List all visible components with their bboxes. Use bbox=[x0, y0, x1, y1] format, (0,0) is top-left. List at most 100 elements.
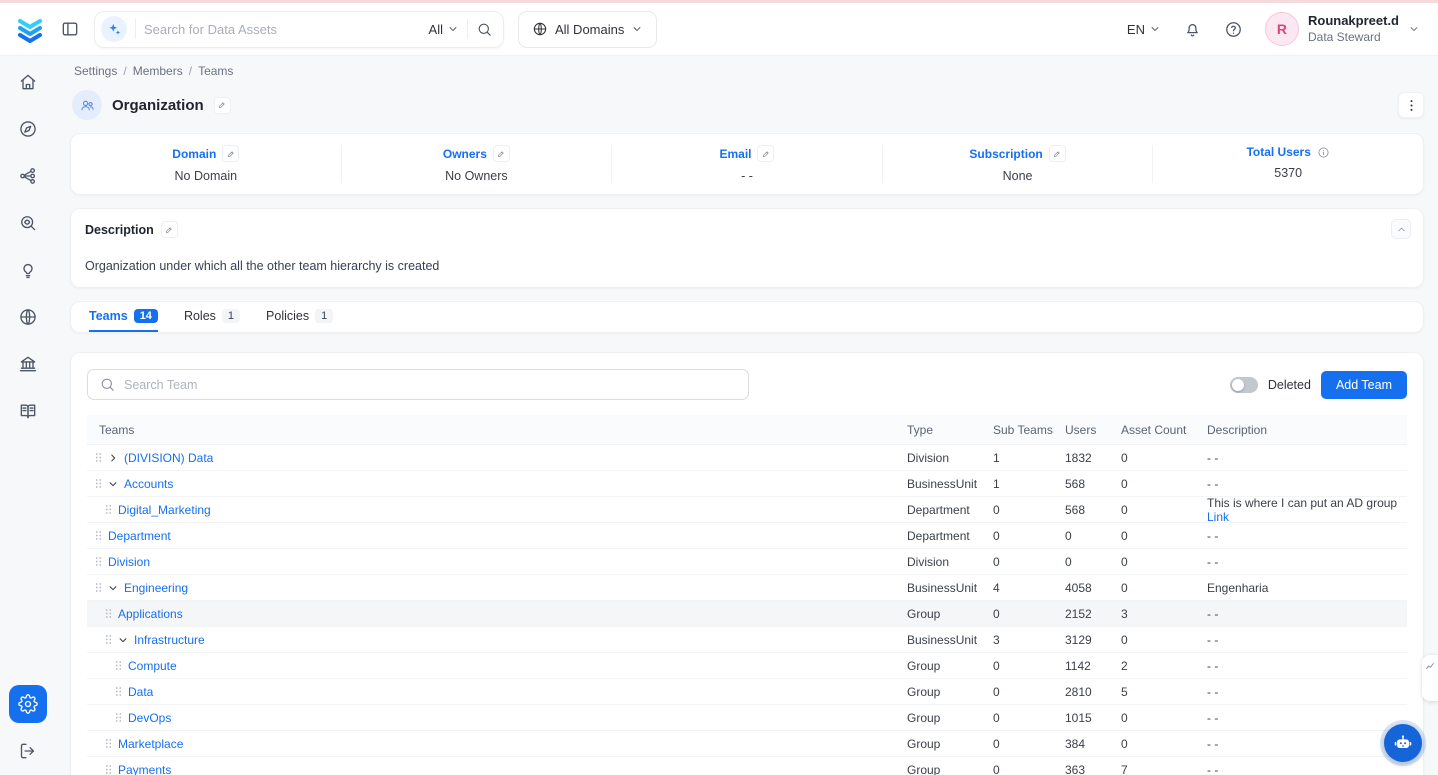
drag-handle-icon[interactable] bbox=[105, 608, 112, 619]
tab-policies[interactable]: Policies 1 bbox=[266, 302, 334, 332]
collapse-row-icon[interactable] bbox=[108, 583, 118, 593]
drag-handle-icon[interactable] bbox=[95, 530, 102, 541]
edit-subscription-button[interactable] bbox=[1048, 145, 1066, 162]
add-team-button[interactable]: Add Team bbox=[1320, 370, 1407, 399]
notifications-button[interactable] bbox=[1183, 20, 1202, 39]
cell-type: Group bbox=[907, 658, 941, 673]
drag-handle-icon[interactable] bbox=[95, 478, 102, 489]
collapsed-panel-handle[interactable] bbox=[1422, 655, 1438, 701]
global-search-input[interactable] bbox=[144, 21, 421, 37]
team-name-link[interactable]: Division bbox=[108, 555, 150, 569]
edit-email-button[interactable] bbox=[757, 145, 775, 162]
more-actions-button[interactable] bbox=[1398, 92, 1424, 118]
app-logo-icon[interactable] bbox=[14, 13, 46, 45]
column-header-type: Type bbox=[907, 422, 934, 437]
team-search[interactable] bbox=[87, 369, 749, 400]
sidebar-toggle-button[interactable] bbox=[60, 19, 80, 39]
ai-sparkle-icon[interactable] bbox=[101, 16, 127, 42]
language-dropdown[interactable]: EN bbox=[1127, 22, 1161, 37]
collapse-row-icon[interactable] bbox=[118, 635, 128, 645]
sidebar-item-domains[interactable] bbox=[18, 307, 38, 327]
tab-teams[interactable]: Teams 14 bbox=[89, 302, 158, 332]
search-scope-dropdown[interactable]: All bbox=[429, 22, 459, 37]
all-domains-dropdown[interactable]: All Domains bbox=[518, 10, 658, 48]
team-name-link[interactable]: Digital_Marketing bbox=[118, 503, 211, 517]
logout-button[interactable] bbox=[18, 741, 38, 761]
edit-domain-button[interactable] bbox=[222, 145, 240, 162]
sidebar-item-home[interactable] bbox=[18, 72, 38, 92]
collapse-row-icon[interactable] bbox=[108, 479, 118, 489]
team-name-link[interactable]: Department bbox=[108, 529, 171, 543]
summary-label: Subscription bbox=[969, 146, 1043, 161]
team-name-link[interactable]: Payments bbox=[118, 763, 171, 775]
team-name-link[interactable]: Data bbox=[128, 685, 153, 699]
drag-handle-icon[interactable] bbox=[105, 764, 112, 775]
sidebar-item-insights[interactable] bbox=[18, 260, 38, 280]
collapse-description-button[interactable] bbox=[1391, 219, 1411, 239]
insights-icon bbox=[18, 260, 38, 280]
sidebar-item-govern[interactable] bbox=[18, 354, 38, 374]
team-name-link[interactable]: Applications bbox=[118, 607, 183, 621]
breadcrumb-members[interactable]: Members bbox=[133, 64, 183, 78]
team-name-link[interactable]: Compute bbox=[128, 659, 177, 673]
drag-handle-icon[interactable] bbox=[115, 686, 122, 697]
tab-roles[interactable]: Roles 1 bbox=[183, 302, 241, 332]
info-icon bbox=[1317, 146, 1330, 159]
avatar: R bbox=[1264, 12, 1299, 46]
drag-handle-icon[interactable] bbox=[105, 634, 112, 645]
drag-handle-icon[interactable] bbox=[95, 452, 102, 463]
summary-field-total-users: Total Users 5370 bbox=[1153, 145, 1423, 183]
sidebar-item-glossary[interactable] bbox=[18, 401, 38, 421]
user-menu[interactable]: R Rounakpreet.d Data Steward bbox=[1264, 12, 1420, 46]
sidebar-item-settings[interactable] bbox=[9, 685, 47, 723]
cell-asset-count: 0 bbox=[1121, 502, 1128, 517]
pencil-icon bbox=[761, 149, 771, 159]
drag-handle-icon[interactable] bbox=[115, 660, 122, 671]
sidebar-item-explore[interactable] bbox=[18, 119, 38, 139]
help-button[interactable] bbox=[1224, 20, 1243, 39]
team-name-link[interactable]: Accounts bbox=[124, 477, 173, 491]
table-row: Marketplace Group 0 384 0 - - bbox=[87, 731, 1407, 757]
drag-handle-icon[interactable] bbox=[105, 504, 112, 515]
team-search-input[interactable] bbox=[124, 377, 737, 392]
summary-value: - - bbox=[741, 169, 753, 183]
edit-description-button[interactable] bbox=[160, 221, 178, 238]
cell-users: 2810 bbox=[1065, 684, 1092, 699]
table-row: Infrastructure BusinessUnit 3 3129 0 - - bbox=[87, 627, 1407, 653]
team-name-link[interactable]: (DIVISION) Data bbox=[124, 451, 213, 465]
chevron-up-icon bbox=[1396, 224, 1407, 235]
drag-handle-icon[interactable] bbox=[95, 582, 102, 593]
table-row: Digital_Marketing Department 0 568 0 Thi… bbox=[87, 496, 1407, 524]
breadcrumb-settings[interactable]: Settings bbox=[74, 64, 117, 78]
team-name-link[interactable]: DevOps bbox=[128, 711, 171, 725]
pencil-icon bbox=[164, 225, 174, 235]
cell-sub-teams: 0 bbox=[993, 684, 1000, 699]
sidebar-item-observability[interactable] bbox=[18, 213, 38, 233]
user-role: Data Steward bbox=[1307, 29, 1381, 44]
team-name-link[interactable]: Marketplace bbox=[118, 737, 183, 751]
drag-handle-icon[interactable] bbox=[95, 556, 102, 567]
sidebar-item-lineage[interactable] bbox=[18, 166, 38, 186]
tab-label: Roles bbox=[183, 309, 216, 323]
summary-value: No Owners bbox=[445, 169, 508, 183]
chat-bot-button[interactable] bbox=[1384, 724, 1422, 762]
summary-field-email: Email - - bbox=[612, 145, 883, 183]
description-link[interactable]: Link bbox=[1207, 510, 1229, 524]
drag-handle-icon[interactable] bbox=[105, 738, 112, 749]
divider bbox=[467, 19, 468, 39]
expand-row-icon[interactable] bbox=[108, 453, 118, 463]
question-icon bbox=[1224, 20, 1243, 39]
cell-asset-count: 0 bbox=[1121, 554, 1128, 569]
edit-owners-button[interactable] bbox=[492, 145, 510, 162]
summary-card: Domain No Domain Owners No Owners Email - … bbox=[70, 133, 1424, 195]
deleted-toggle[interactable] bbox=[1229, 376, 1258, 393]
search-button[interactable] bbox=[476, 21, 493, 38]
cell-type: BusinessUnit bbox=[907, 580, 978, 595]
drag-handle-icon[interactable] bbox=[115, 712, 122, 723]
team-name-link[interactable]: Infrastructure bbox=[134, 633, 205, 647]
cell-asset-count: 5 bbox=[1121, 684, 1128, 699]
breadcrumb-separator bbox=[123, 64, 126, 78]
edit-title-button[interactable] bbox=[213, 96, 231, 114]
global-search[interactable]: All bbox=[94, 10, 504, 48]
team-name-link[interactable]: Engineering bbox=[124, 581, 188, 595]
